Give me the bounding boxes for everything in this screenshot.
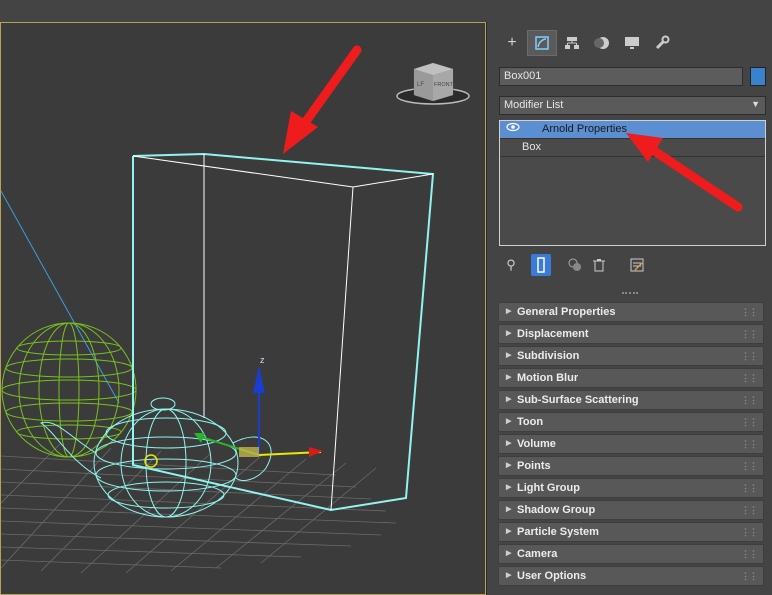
viewcube-face-front: FRONT [434, 82, 454, 88]
annotation-arrow-box [283, 45, 362, 154]
box-wireframe[interactable] [132, 152, 435, 512]
gizmo-axis-label: z [260, 355, 265, 365]
annotation-arrow-stack [626, 133, 743, 212]
top-toolbar-strip [0, 0, 772, 23]
sphere-wireframe[interactable] [1, 322, 137, 458]
viewport-scene: z LF FRONT [1, 45, 470, 574]
viewcube-face-left: LF [417, 82, 424, 88]
home-grid [1, 442, 397, 574]
command-panel: + Box001 Modifier List ▼ Arnold Properti… [494, 22, 772, 595]
light-target-line [1, 190, 120, 404]
viewcube[interactable]: LF FRONT [396, 62, 470, 105]
perspective-viewport[interactable]: z LF FRONT [0, 22, 486, 595]
